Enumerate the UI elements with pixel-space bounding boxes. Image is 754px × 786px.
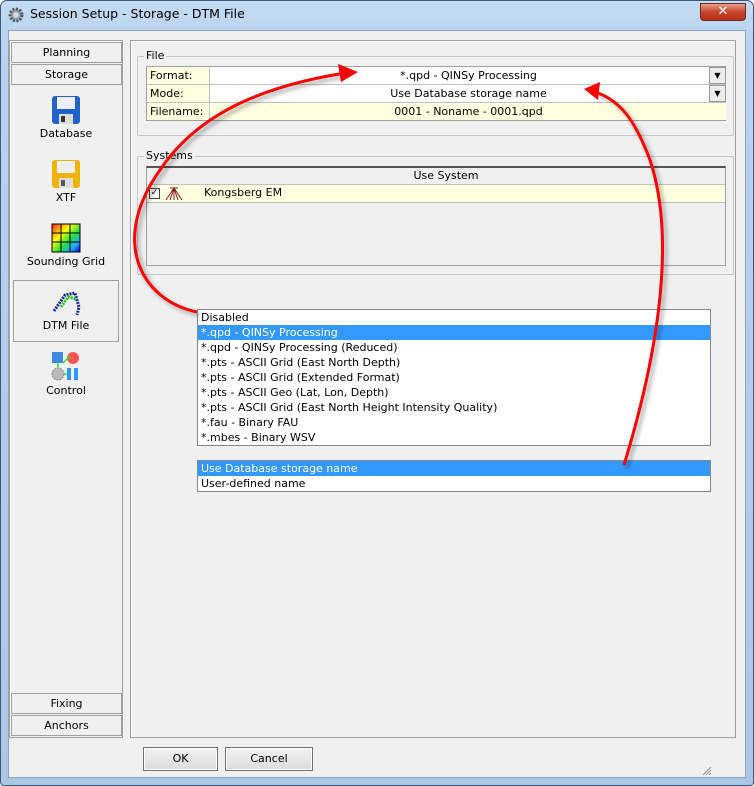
format-label: Format:: [147, 67, 210, 84]
resize-grip-icon[interactable]: [700, 764, 712, 776]
file-grid: Format: *.qpd - QINSy Processing ▼ Mode:…: [146, 66, 726, 121]
format-option[interactable]: *.qpd - QINSy Processing (Reduced): [198, 340, 710, 355]
sidebar-button-fixing[interactable]: Fixing: [11, 693, 122, 714]
mode-option[interactable]: User-defined name: [198, 476, 710, 491]
chevron-down-icon[interactable]: ▼: [709, 67, 726, 84]
mode-option-selected[interactable]: Use Database storage name: [198, 461, 710, 476]
sidebar-item-label: Sounding Grid: [26, 255, 106, 268]
mode-select[interactable]: Use Database storage name: [211, 85, 726, 102]
sidebar-item-dtm-file[interactable]: DTM File: [13, 280, 119, 342]
format-option[interactable]: *.mbes - Binary WSV: [198, 430, 710, 445]
color-grid-icon: [51, 223, 81, 253]
sidebar-item-database[interactable]: Database: [13, 89, 119, 151]
format-option[interactable]: *.pts - ASCII Grid (Extended Format): [198, 370, 710, 385]
sidebar-button-storage[interactable]: Storage: [11, 64, 122, 85]
sidebar-item-label: Control: [46, 384, 86, 397]
file-group-label: File: [144, 49, 167, 62]
mode-row: Mode: Use Database storage name ▼: [147, 85, 726, 103]
filename-field[interactable]: 0001 - Noname - 0001.qpd: [211, 103, 726, 120]
window-title: Session Setup - Storage - DTM File: [30, 6, 245, 21]
app-gear-icon: [8, 7, 24, 23]
multibeam-icon: [165, 187, 183, 201]
format-option[interactable]: Disabled: [198, 310, 710, 325]
sidebar-item-label: DTM File: [42, 319, 90, 332]
close-button[interactable]: ✕: [700, 3, 746, 21]
sidebar-item-label: Database: [39, 127, 93, 140]
format-row: Format: *.qpd - QINSy Processing ▼: [147, 67, 726, 85]
sidebar-item-xtf[interactable]: XTF: [13, 153, 119, 215]
mode-dropdown-list: Use Database storage name User-defined n…: [197, 460, 711, 492]
format-dropdown-list: Disabled *.qpd - QINSy Processing *.qpd …: [197, 309, 711, 446]
filename-label: Filename:: [147, 103, 210, 120]
format-option[interactable]: *.pts - ASCII Grid (East North Height In…: [198, 400, 710, 415]
ok-button[interactable]: OK: [143, 747, 218, 771]
sidebar-item-label: XTF: [55, 191, 77, 204]
control-icon: [51, 352, 79, 381]
mode-label: Mode:: [147, 85, 210, 102]
sidebar-button-anchors[interactable]: Anchors: [11, 715, 122, 736]
systems-group-label: Systems: [144, 149, 195, 162]
format-option-selected[interactable]: *.qpd - QINSy Processing: [198, 325, 710, 340]
sidebar-item-sounding-grid[interactable]: Sounding Grid: [13, 217, 119, 279]
floppy-blue-icon: [52, 96, 80, 124]
table-row[interactable]: ✓ Kongsberg EM: [147, 185, 725, 203]
format-option[interactable]: *.fau - Binary FAU: [198, 415, 710, 430]
format-select[interactable]: *.qpd - QINSy Processing: [211, 67, 726, 84]
systems-table: Use System ✓ Kongsberg EM: [146, 166, 726, 266]
close-icon: ✕: [717, 4, 729, 19]
system-name: Kongsberg EM: [204, 186, 283, 199]
sidebar-item-control[interactable]: Control: [13, 344, 119, 406]
sidebar: Planning Storage Database XTF Sounding G…: [9, 40, 123, 738]
column-header-use-system[interactable]: Use System: [147, 168, 725, 185]
use-system-checkbox[interactable]: ✓: [149, 188, 160, 199]
filename-row: Filename: 0001 - Noname - 0001.qpd: [147, 103, 726, 121]
format-option[interactable]: *.pts - ASCII Geo (Lat, Lon, Depth): [198, 385, 710, 400]
chevron-down-icon[interactable]: ▼: [709, 85, 726, 102]
floppy-yellow-icon: [52, 160, 80, 188]
format-option[interactable]: *.pts - ASCII Grid (East North Depth): [198, 355, 710, 370]
dtm-icon: [52, 291, 81, 316]
sidebar-button-planning[interactable]: Planning: [11, 42, 122, 63]
cancel-button[interactable]: Cancel: [225, 747, 313, 771]
